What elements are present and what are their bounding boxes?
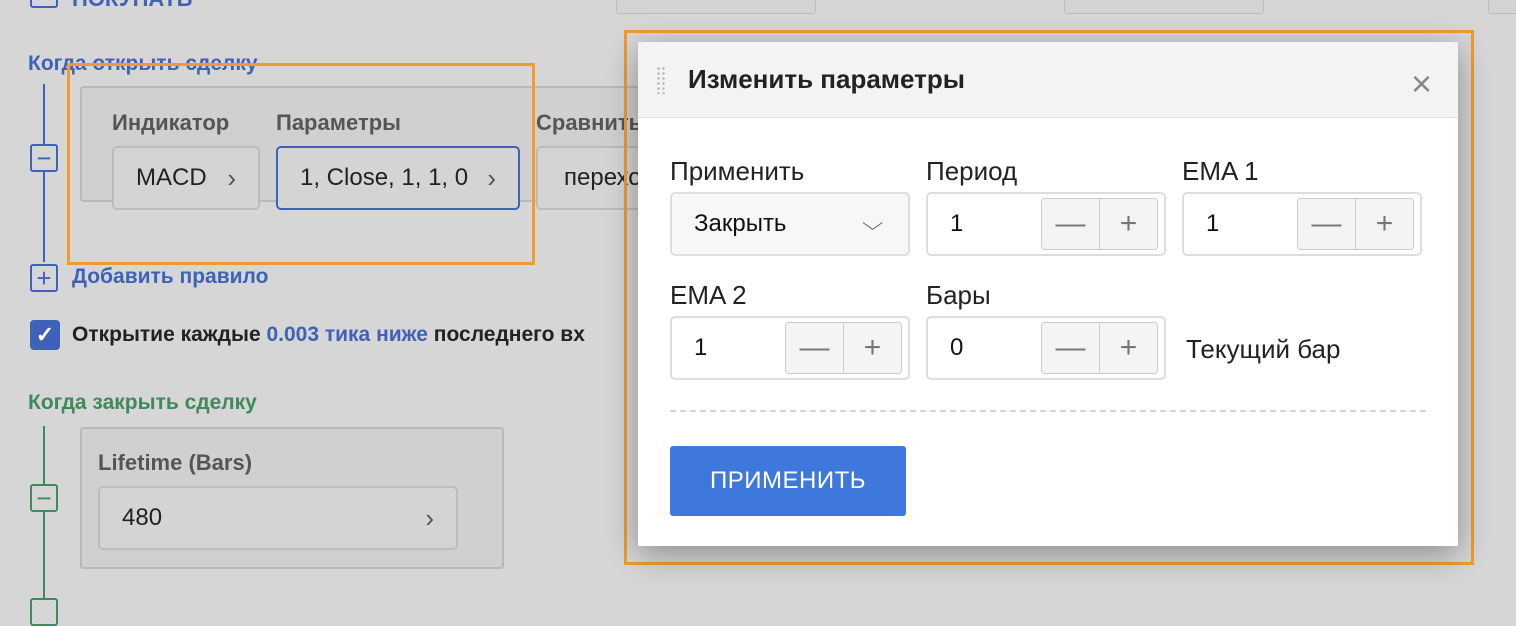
exit-section-title: Когда закрыть сделку (28, 391, 257, 414)
period-decrement-button[interactable]: — (1042, 199, 1099, 249)
edit-params-modal: Изменить параметры × Применить Закрыть ⌵… (638, 42, 1458, 546)
ema1-input[interactable]: 1 (1184, 210, 1297, 238)
entry-tree-line (43, 84, 45, 262)
top-input-1[interactable] (616, 0, 816, 14)
close-icon[interactable]: × (1411, 66, 1432, 102)
period-increment-button[interactable]: + (1099, 199, 1157, 249)
collapse-exit-rule-button[interactable]: − (30, 484, 58, 512)
ema1-label: EMA 1 (1182, 156, 1259, 186)
top-input-2[interactable] (1064, 0, 1264, 14)
open-every-suffix: последнего вх (427, 323, 585, 346)
bars-increment-button[interactable]: + (1099, 323, 1157, 373)
period-stepper: 1 — + (926, 192, 1166, 256)
add-rule-plus-button[interactable]: + (30, 264, 58, 292)
apply-to-select[interactable]: Закрыть ⌵ (670, 192, 910, 256)
bars-label: Бары (926, 280, 991, 310)
ema2-label: EMA 2 (670, 280, 747, 310)
apply-to-label: Применить (670, 156, 805, 186)
ema1-increment-button[interactable]: + (1355, 199, 1413, 249)
modal-header: Изменить параметры × (638, 42, 1458, 118)
current-bar-label: Текущий бар (1186, 334, 1341, 364)
period-label: Период (926, 156, 1018, 186)
buy-label: ПОКУПАТЬ (72, 0, 192, 12)
drag-handle-icon[interactable] (656, 65, 666, 94)
apply-button[interactable]: ПРИМЕНИТЬ (670, 446, 906, 516)
top-input-3[interactable] (1488, 0, 1516, 14)
open-every-checkbox[interactable]: ✓ (30, 320, 60, 350)
apply-to-value: Закрыть (694, 210, 787, 237)
add-rule-link[interactable]: Добавить правило (72, 265, 268, 289)
ema2-stepper: 1 — + (670, 316, 910, 380)
open-every-prefix: Открытие каждые (72, 323, 267, 346)
chevron-right-icon: › (425, 502, 434, 533)
ema2-input[interactable]: 1 (672, 334, 785, 362)
ema2-increment-button[interactable]: + (843, 323, 901, 373)
ema1-decrement-button[interactable]: — (1298, 199, 1355, 249)
lifetime-value: 480 (122, 504, 163, 531)
bars-input[interactable]: 0 (928, 334, 1041, 362)
bars-decrement-button[interactable]: — (1042, 323, 1099, 373)
chevron-down-icon: ⌵ (861, 212, 884, 235)
lifetime-select[interactable]: 480 › (98, 486, 458, 550)
ema2-decrement-button[interactable]: — (786, 323, 843, 373)
modal-title: Изменить параметры (688, 64, 965, 94)
divider (670, 410, 1426, 412)
open-every-link[interactable]: 0.003 тика ниже (266, 323, 428, 346)
check-icon: ✓ (35, 322, 55, 347)
exit-tree-line (43, 426, 45, 616)
lifetime-label: Lifetime (Bars) (98, 450, 253, 475)
open-every-text: Открытие каждые 0.003 тика ниже последне… (72, 323, 585, 347)
bars-stepper: 0 — + (926, 316, 1166, 380)
ema1-stepper: 1 — + (1182, 192, 1422, 256)
highlight-frame-rule (67, 63, 535, 265)
buy-checkbox[interactable] (30, 0, 58, 8)
exit-tree-next-button[interactable] (30, 598, 58, 626)
collapse-rule-button[interactable]: − (30, 144, 58, 172)
period-input[interactable]: 1 (928, 210, 1041, 238)
